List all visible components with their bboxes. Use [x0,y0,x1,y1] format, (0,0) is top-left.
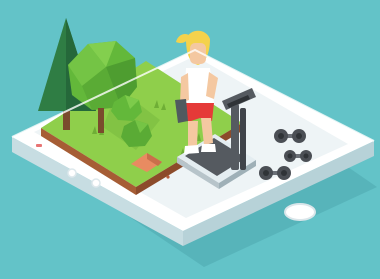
pine-trunk [63,111,70,130]
treadmill-post [231,104,239,170]
dumbbell-core [296,133,302,139]
runner-shoe-right [201,144,216,152]
pebble [166,175,170,179]
runner-shoe-left [184,145,199,154]
dumbbell-core [281,170,287,176]
dumbbell-core [278,133,284,139]
illustration-canvas [0,0,380,279]
phone-side-button [36,144,42,147]
round-tree-trunk [98,108,104,133]
phone-camera [91,178,101,188]
runner-leg-left [188,121,198,147]
dumbbell-core [303,153,309,159]
dumbbell-core [263,170,269,176]
fitness-illustration [0,0,380,279]
dumbbell-core [287,153,293,159]
phone-home-button [284,203,316,221]
runner-arm-left [180,73,189,103]
treadmill-post [240,108,246,170]
phone-speaker [67,168,77,178]
